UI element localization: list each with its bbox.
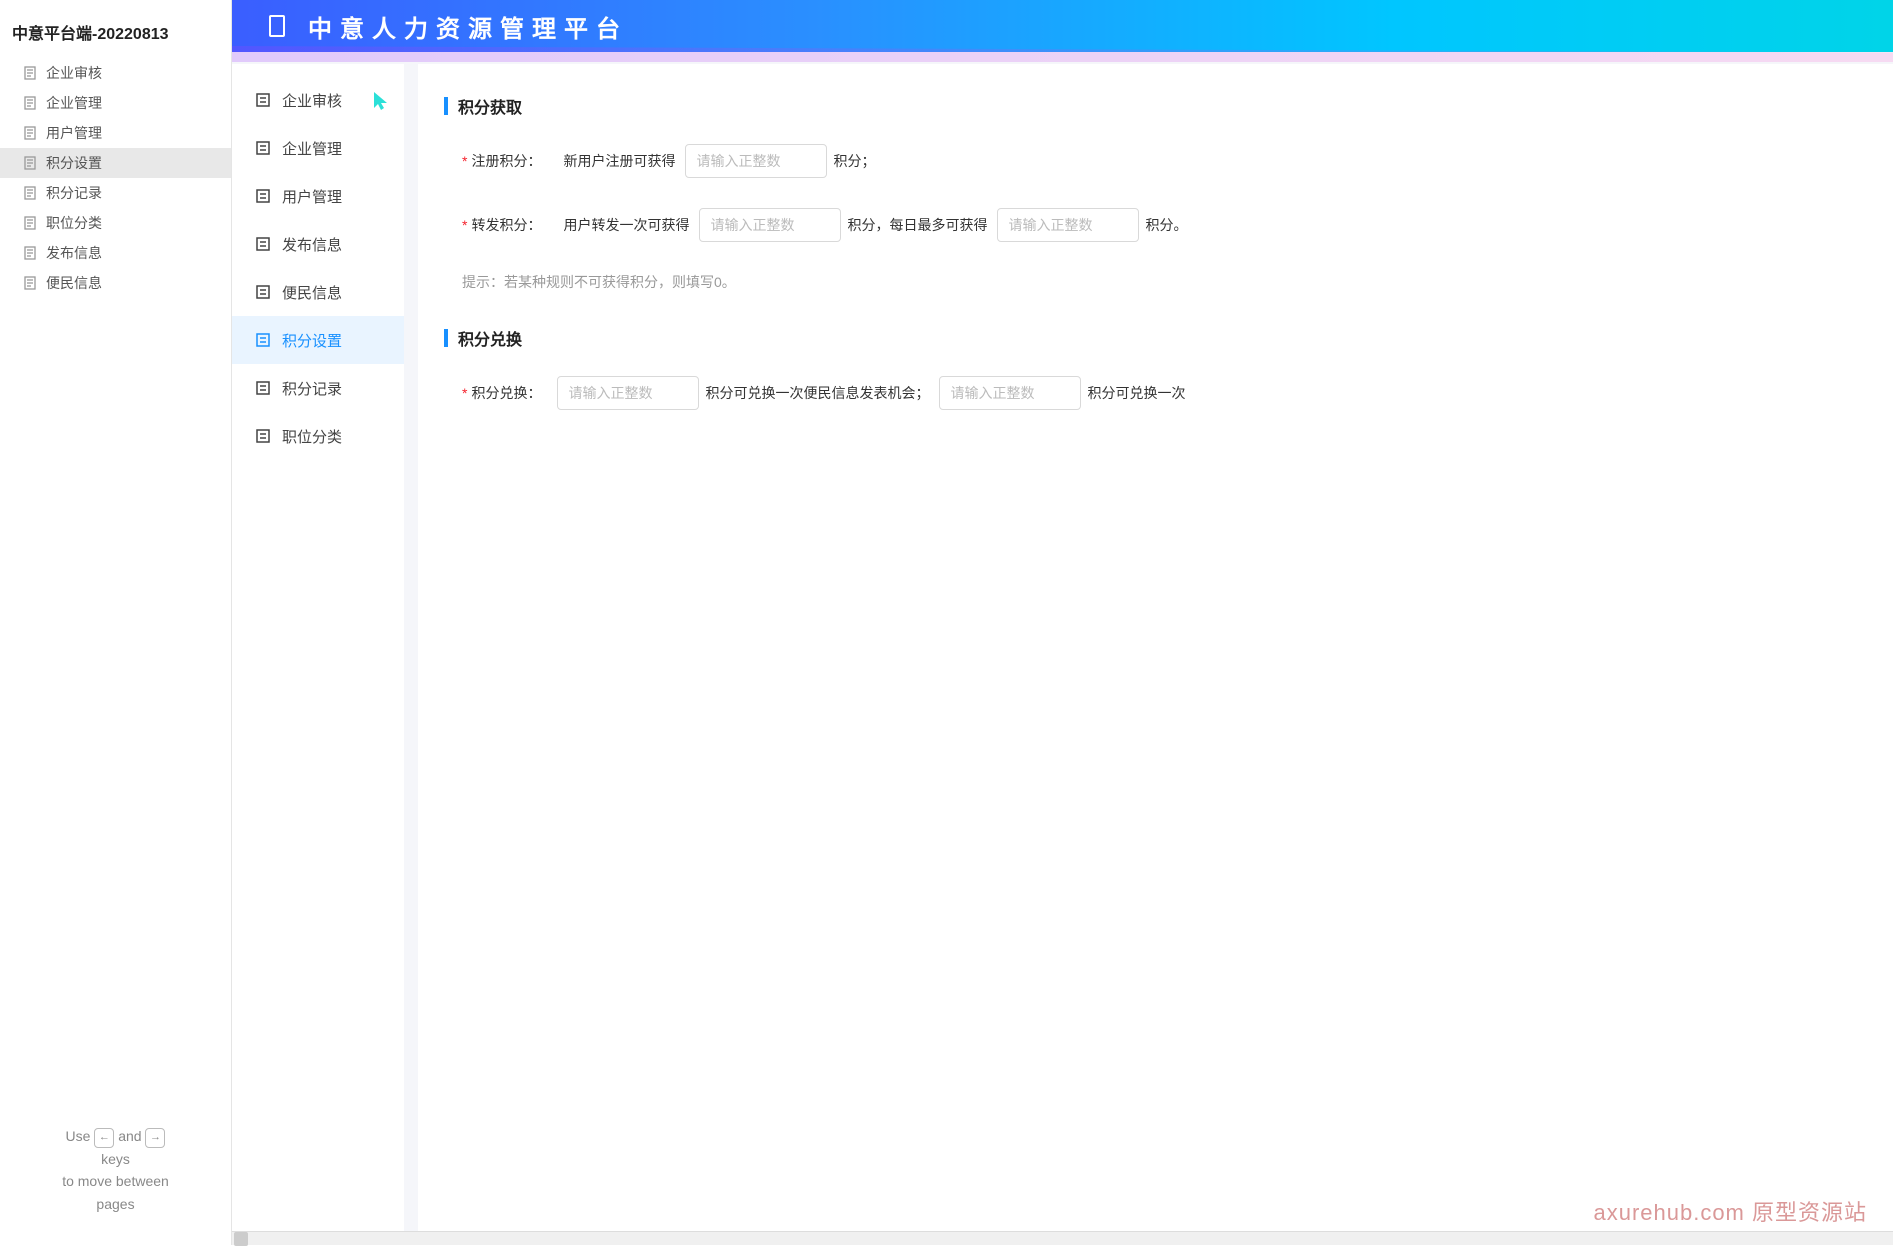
forward-points-input[interactable] — [699, 208, 841, 242]
nav-item-label: 积分设置 — [282, 330, 342, 351]
document-icon — [24, 126, 36, 140]
outline-item-1[interactable]: 企业管理 — [0, 88, 231, 118]
outline-item-label: 积分记录 — [46, 183, 102, 203]
nav-item-label: 职位分类 — [282, 426, 342, 447]
nav-page-icon — [256, 381, 270, 395]
outline-item-7[interactable]: 便民信息 — [0, 268, 231, 298]
required-star-icon: * — [462, 385, 467, 401]
outline-item-label: 职位分类 — [46, 213, 102, 233]
outline-item-3[interactable]: 积分设置 — [0, 148, 231, 178]
hint-text: 提示：若某种规则不可获得积分，则填写0。 — [444, 272, 1867, 292]
main-area: 中意人力资源管理平台 企业审核企业管理用户管理发布信息便民信息积分设置积分记录职… — [232, 0, 1893, 1245]
outline-item-4[interactable]: 积分记录 — [0, 178, 231, 208]
exchange-points-input-2[interactable] — [939, 376, 1081, 410]
outline-item-label: 积分设置 — [46, 153, 102, 173]
section-heading-points-earn: 积分获取 — [444, 94, 1867, 118]
document-icon — [24, 156, 36, 170]
nav-item-3[interactable]: 发布信息 — [232, 220, 404, 268]
heading-bar-icon — [444, 97, 448, 115]
register-points-input[interactable] — [685, 144, 827, 178]
forward-daily-max-input[interactable] — [997, 208, 1139, 242]
outline-item-label: 便民信息 — [46, 273, 102, 293]
outline-item-0[interactable]: 企业审核 — [0, 58, 231, 88]
nav-item-0[interactable]: 企业审核 — [232, 76, 404, 124]
nav-item-2[interactable]: 用户管理 — [232, 172, 404, 220]
nav-page-icon — [256, 237, 270, 251]
app-logo-icon — [266, 14, 290, 38]
outline-item-label: 用户管理 — [46, 123, 102, 143]
nav-page-icon — [256, 333, 270, 347]
outline-list: 企业审核企业管理用户管理积分设置积分记录职位分类发布信息便民信息 — [0, 58, 231, 1125]
outline-item-5[interactable]: 职位分类 — [0, 208, 231, 238]
outline-item-2[interactable]: 用户管理 — [0, 118, 231, 148]
cursor-icon — [372, 90, 390, 112]
side-nav: 企业审核企业管理用户管理发布信息便民信息积分设置积分记录职位分类 — [232, 64, 404, 1231]
outline-keyboard-hint: Use ← and → keys to move between pages — [0, 1125, 231, 1245]
nav-item-7[interactable]: 职位分类 — [232, 412, 404, 460]
nav-page-icon — [256, 189, 270, 203]
row-register-points: * 注册积分： 新用户注册可获得 积分； — [444, 144, 1867, 178]
row-exchange-points: * 积分兑换： 积分可兑换一次便民信息发表机会； 积分可兑换一次 — [444, 376, 1867, 410]
document-icon — [24, 96, 36, 110]
heading-bar-icon — [444, 329, 448, 347]
horizontal-scrollbar[interactable] — [232, 1231, 1893, 1245]
document-icon — [24, 66, 36, 80]
nav-item-label: 积分记录 — [282, 378, 342, 399]
banner-title: 中意人力资源管理平台 — [308, 9, 628, 44]
document-icon — [24, 276, 36, 290]
document-icon — [24, 186, 36, 200]
row-forward-points: * 转发积分： 用户转发一次可获得 积分，每日最多可获得 积分。 — [444, 208, 1867, 242]
nav-item-4[interactable]: 便民信息 — [232, 268, 404, 316]
exchange-points-input-1[interactable] — [557, 376, 699, 410]
nav-item-1[interactable]: 企业管理 — [232, 124, 404, 172]
outline-item-6[interactable]: 发布信息 — [0, 238, 231, 268]
arrow-left-key: ← — [94, 1128, 114, 1148]
nav-page-icon — [256, 141, 270, 155]
nav-item-label: 发布信息 — [282, 234, 342, 255]
nav-item-6[interactable]: 积分记录 — [232, 364, 404, 412]
nav-page-icon — [256, 285, 270, 299]
document-icon — [24, 216, 36, 230]
nav-item-5[interactable]: 积分设置 — [232, 316, 404, 364]
outline-item-label: 企业审核 — [46, 63, 102, 83]
document-icon — [24, 246, 36, 260]
arrow-right-key: → — [145, 1128, 165, 1148]
nav-item-label: 企业管理 — [282, 138, 342, 159]
nav-item-label: 企业审核 — [282, 90, 342, 111]
top-banner: 中意人力资源管理平台 — [232, 0, 1893, 52]
nav-item-label: 便民信息 — [282, 282, 342, 303]
required-star-icon: * — [462, 153, 467, 169]
outline-panel: 中意平台端-20220813 企业审核企业管理用户管理积分设置积分记录职位分类发… — [0, 0, 232, 1245]
outline-item-label: 发布信息 — [46, 243, 102, 263]
nav-page-icon — [256, 93, 270, 107]
outline-item-label: 企业管理 — [46, 93, 102, 113]
section-heading-points-exchange: 积分兑换 — [444, 326, 1867, 350]
outline-title: 中意平台端-20220813 — [0, 0, 231, 58]
required-star-icon: * — [462, 217, 467, 233]
nav-page-icon — [256, 429, 270, 443]
content-panel: 积分获取 * 注册积分： 新用户注册可获得 积分； * 转发积分： 用户转发一次… — [418, 64, 1893, 1231]
nav-item-label: 用户管理 — [282, 186, 342, 207]
